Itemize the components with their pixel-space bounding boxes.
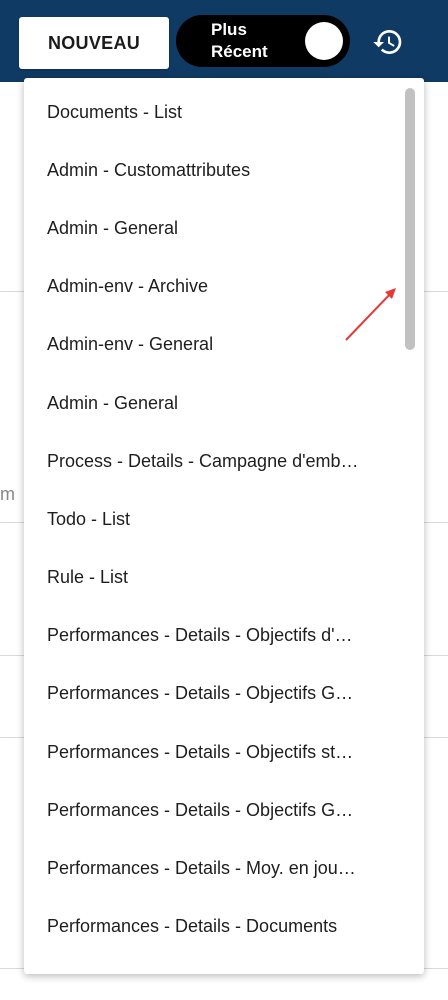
menu-item[interactable]	[24, 956, 399, 974]
menu-item[interactable]: Todo - List	[24, 490, 399, 548]
menu-item-label: Performances - Details - Moy. en jou…	[47, 858, 356, 879]
menu-item[interactable]: Process - Details - Campagne d'emb…	[24, 432, 399, 490]
menu-item-label: Admin-env - General	[47, 334, 214, 355]
menu-item[interactable]: Admin - General	[24, 374, 399, 432]
menu-item-label: Admin-env - Archive	[47, 276, 209, 297]
menu-item[interactable]: Rule - List	[24, 549, 399, 607]
history-button[interactable]	[366, 20, 410, 64]
toggle-label: Plus Récent	[211, 20, 268, 61]
menu-item-label: Documents - List	[47, 101, 183, 122]
menu-item[interactable]: Performances - Details - Objectifs st…	[24, 723, 399, 781]
menu-item[interactable]: Admin-env - General	[24, 316, 399, 374]
history-icon	[373, 30, 402, 55]
toggle-knob[interactable]	[305, 22, 343, 60]
menu-item-label: Admin - General	[47, 392, 179, 413]
app-header: NOUVEAU Plus Récent	[0, 0, 448, 82]
menu-item[interactable]: Documents - List	[24, 83, 399, 141]
recent-pages-dropdown: Documents - List Admin - Customattribute…	[24, 78, 424, 974]
new-button[interactable]: NOUVEAU	[19, 17, 169, 69]
menu-item[interactable]: Admin - General	[24, 199, 399, 257]
menu-item-label: Performances - Details - Objectifs G…	[47, 799, 354, 820]
menu-list: Documents - List Admin - Customattribute…	[24, 83, 399, 974]
menu-item[interactable]: Performances - Details - Documents	[24, 898, 399, 956]
background-text-fragment: m	[0, 484, 15, 504]
menu-item[interactable]: Performances - Details - Objectifs d'…	[24, 607, 399, 665]
menu-item-label: Admin - General	[47, 217, 179, 238]
menu-item[interactable]: Performances - Details - Moy. en jou…	[24, 839, 399, 897]
most-recent-toggle[interactable]: Plus Récent	[176, 15, 350, 67]
menu-item[interactable]: Performances - Details - Objectifs G…	[24, 665, 399, 723]
scrollbar-track[interactable]	[402, 84, 416, 968]
menu-item-label: Admin - Customattributes	[47, 159, 251, 180]
menu-item[interactable]: Admin-env - Archive	[24, 258, 399, 316]
menu-item-label: Todo - List	[47, 508, 131, 529]
menu-item-label: Performances - Details - Objectifs d'…	[47, 625, 353, 646]
menu-item-label: Performances - Details - Objectifs st…	[47, 741, 354, 762]
menu-item[interactable]: Performances - Details - Objectifs G…	[24, 781, 399, 839]
menu-item-label: Performances - Details - Documents	[47, 916, 338, 937]
menu-item-label: Rule - List	[47, 567, 129, 588]
menu-item-label: Performances - Details - Objectifs G…	[47, 683, 354, 704]
menu-item-label: Process - Details - Campagne d'emb…	[47, 450, 359, 471]
scrollbar-thumb[interactable]	[405, 88, 415, 350]
menu-item[interactable]: Admin - Customattributes	[24, 141, 399, 199]
